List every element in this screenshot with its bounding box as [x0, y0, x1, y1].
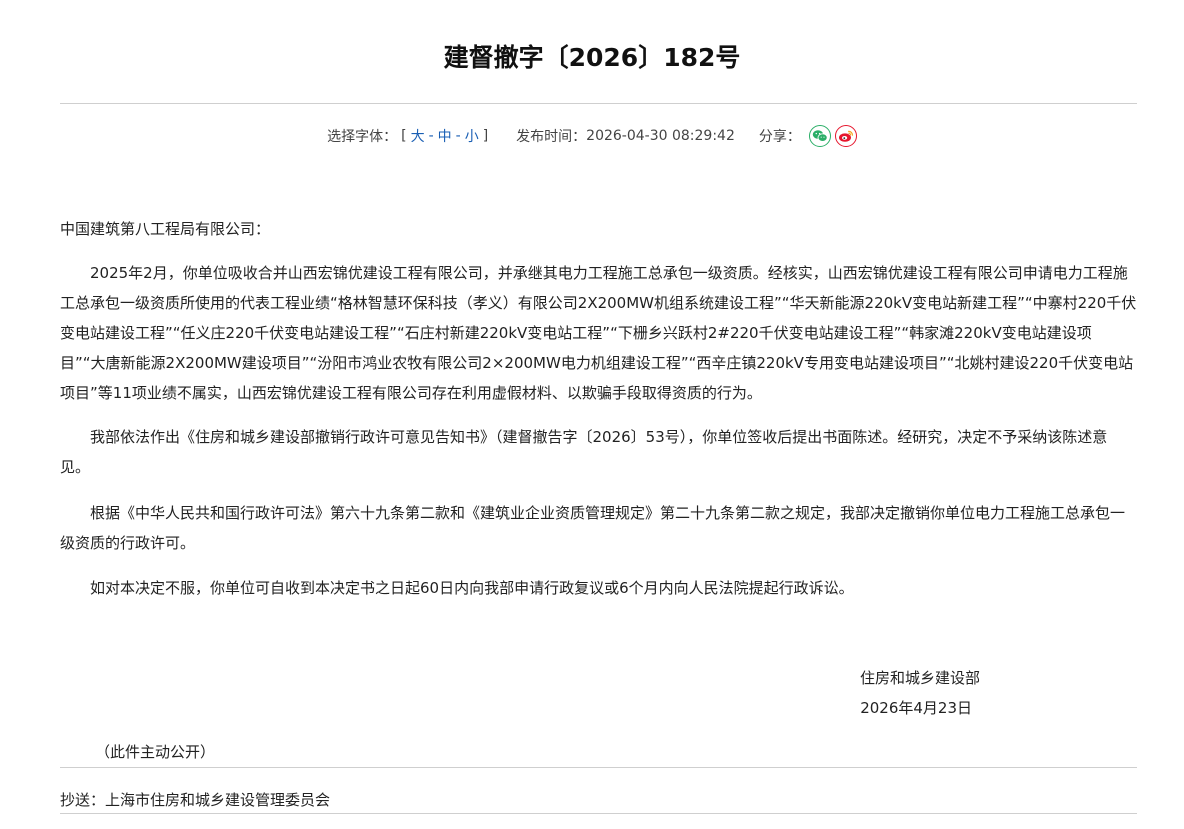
share-label: 分享：: [758, 129, 801, 145]
title-divider: [60, 103, 1137, 104]
signature-org: 住房和城乡建设部: [859, 669, 980, 687]
public-note: （此件主动公开）: [95, 743, 216, 761]
signature-date: 2026年4月23日: [860, 699, 972, 717]
font-size-medium-link[interactable]: 中: [438, 126, 452, 146]
publish-time-label: 发布时间：: [516, 129, 587, 145]
weibo-icon: [838, 130, 853, 142]
bracket-open: [: [401, 128, 407, 144]
font-size-label: 选择字体：: [327, 129, 398, 145]
document-title: 建督撤字〔2026〕182号: [443, 43, 741, 72]
publish-time: 发布时间： 2026-04-30 08:29:42: [516, 126, 735, 146]
font-size-separator: -: [428, 128, 434, 144]
meta-bar: 选择字体： [ 大 - 中 - 小 ] 发布时间： 2026-04-30 08:…: [0, 122, 1184, 150]
share-group: 分享：: [759, 125, 857, 147]
font-size-separator: -: [455, 128, 461, 144]
wechat-icon: [812, 130, 828, 142]
body-paragraph-1: 2025年2月，你单位吸收合并山西宏锦优建设工程有限公司，并承继其电力工程施工总…: [60, 264, 1137, 402]
cc-recipient: 抄送：上海市住房和城乡建设管理委员会: [60, 791, 331, 809]
cc-top-divider: [60, 767, 1137, 768]
cc-bottom-divider: [60, 813, 1137, 814]
weibo-share-button[interactable]: [834, 125, 857, 147]
wechat-share-button[interactable]: [808, 125, 831, 147]
salutation: 中国建筑第八工程局有限公司：: [60, 220, 271, 238]
body-paragraph-2: 我部依法作出《住房和城乡建设部撤销行政许可意见告知书》（建督撤告字〔2026〕5…: [60, 428, 1108, 476]
publish-time-value: 2026-04-30 08:29:42: [586, 128, 735, 144]
font-size-large-link[interactable]: 大: [411, 126, 425, 146]
body-paragraph-4: 如对本决定不服，你单位可自收到本决定书之日起60日内向我部申请行政复议或6个月内…: [90, 579, 854, 597]
bracket-close: ]: [482, 128, 489, 144]
font-size-small-link[interactable]: 小: [465, 126, 479, 146]
body-paragraph-3: 根据《中华人民共和国行政许可法》第六十九条第二款和《建筑业企业资质管理规定》第二…: [60, 504, 1126, 552]
font-size-selector: 选择字体： [ 大 - 中 - 小 ]: [327, 126, 492, 146]
